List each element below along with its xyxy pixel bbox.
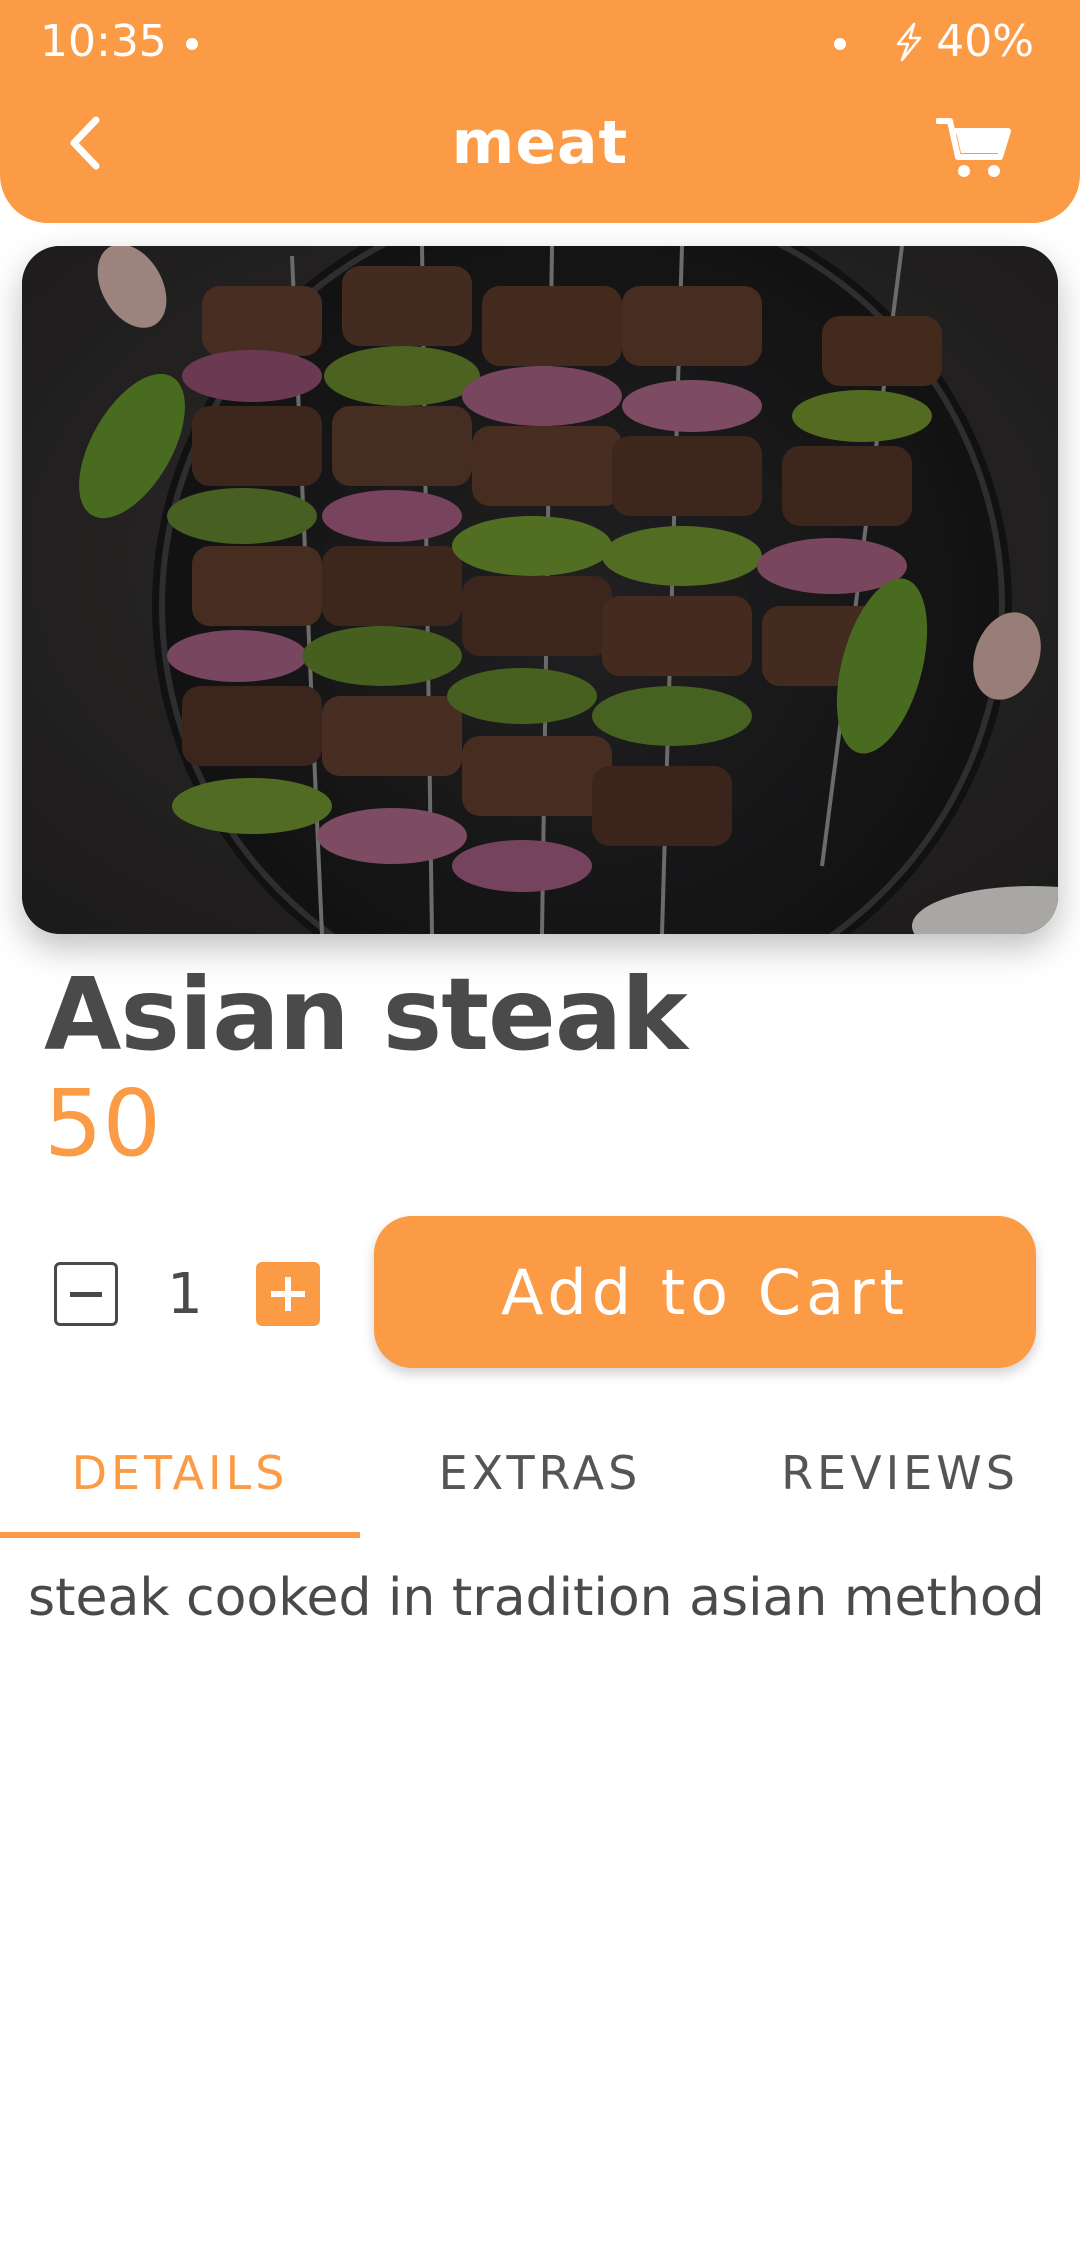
tab-reviews[interactable]: REVIEWS [720,1446,1080,1500]
active-tab-indicator [0,1532,360,1538]
cart-icon [935,118,1011,177]
tab-extras[interactable]: EXTRAS [360,1446,720,1500]
notification-dot-icon [186,38,198,50]
increase-quantity-button[interactable] [256,1262,320,1326]
battery-status: 40% [892,16,1034,67]
product-image [22,246,1058,934]
status-time: 10:35 [40,16,167,67]
product-name: Asian steak [44,956,688,1073]
add-to-cart-button[interactable]: Add to Cart [374,1216,1036,1368]
tab-details[interactable]: DETAILS [0,1446,360,1500]
steak-skewers-image [22,246,1058,934]
cart-button[interactable] [935,115,1012,181]
battery-level: 40% [936,16,1034,67]
charging-icon [896,22,922,61]
page-title: meat [451,108,629,178]
product-tabs: DETAILS EXTRAS REVIEWS [0,1420,1080,1542]
product-description: steak cooked in tradition asian method [28,1568,1045,1628]
signal-dot-icon [834,38,846,50]
product-price: 50 [44,1070,162,1177]
decrease-quantity-button[interactable] [54,1262,118,1326]
quantity-value: 1 [167,1262,203,1327]
app-header: 10:35 40% meat [0,0,1080,223]
